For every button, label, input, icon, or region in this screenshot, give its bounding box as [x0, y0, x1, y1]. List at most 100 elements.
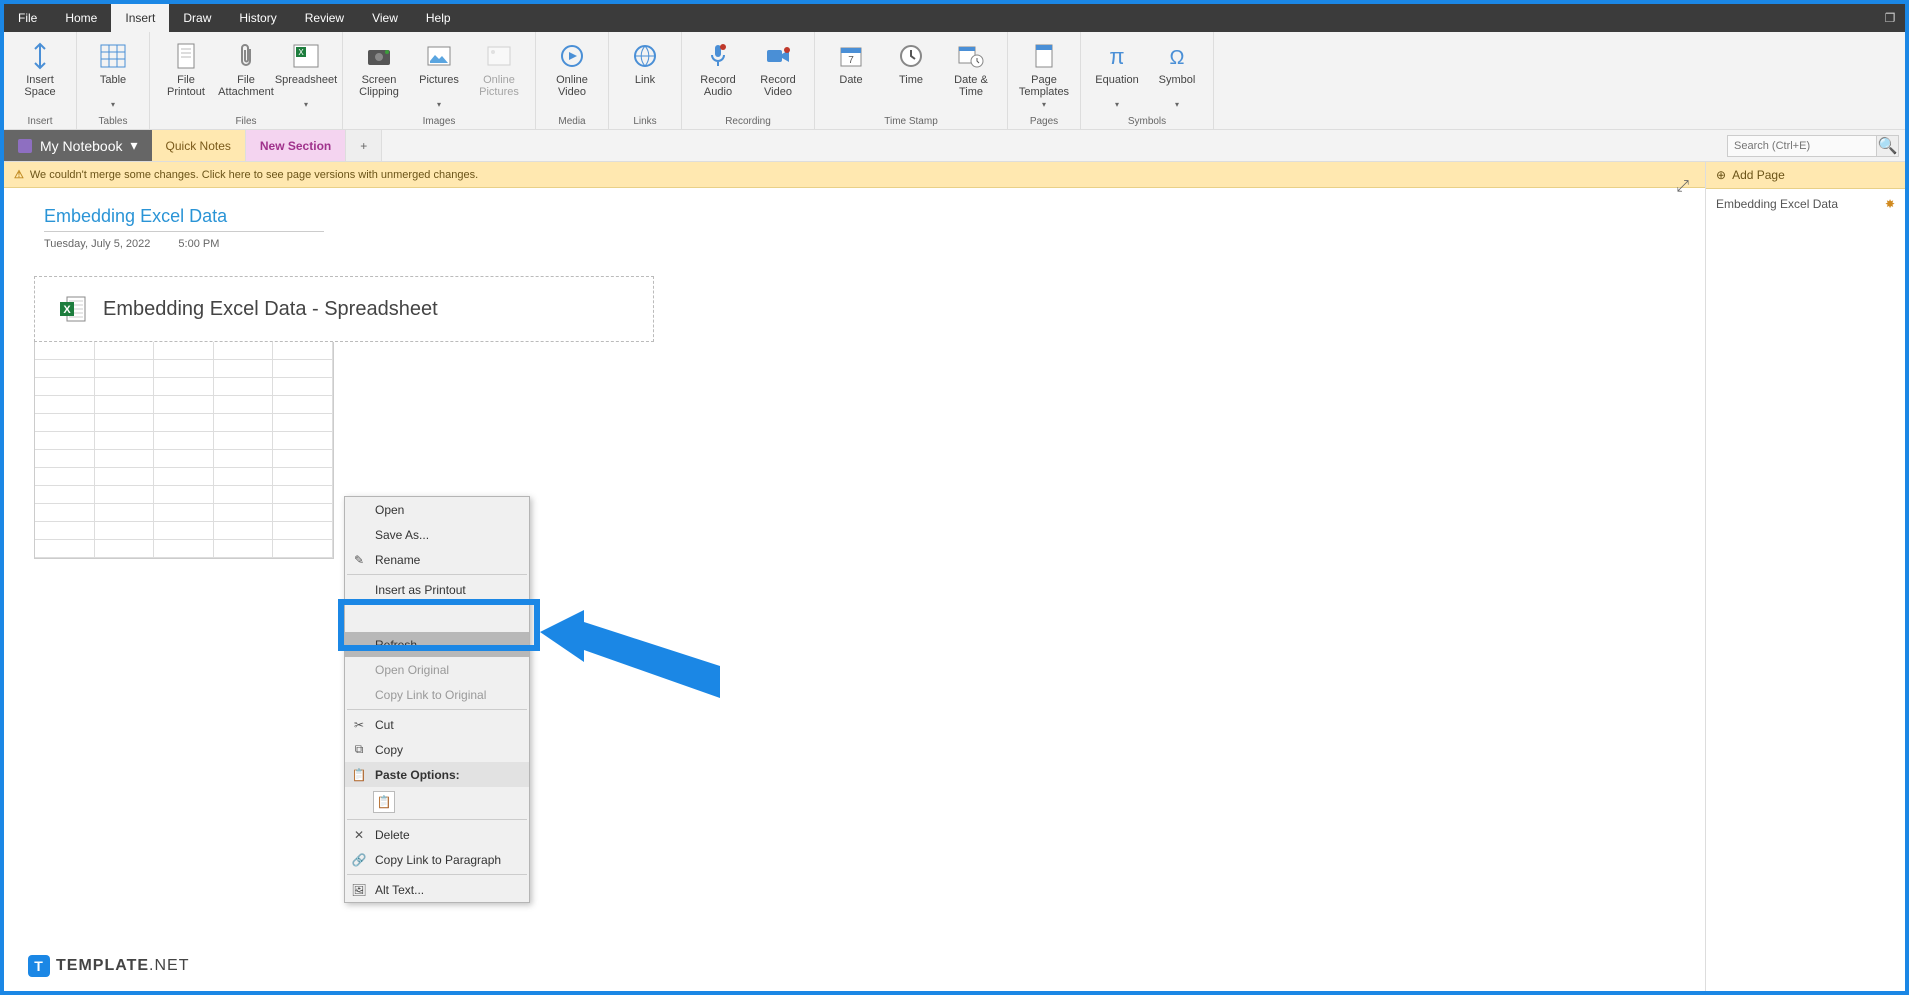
paperclip-icon	[230, 40, 262, 72]
svg-text:Ω: Ω	[1170, 47, 1185, 68]
chevron-down-icon: ▾	[1115, 100, 1119, 109]
plus-circle-icon: ⊕	[1716, 168, 1726, 182]
symbol-button[interactable]: ΩSymbol▾	[1149, 38, 1205, 111]
spreadsheet-icon: X	[290, 40, 322, 72]
chevron-down-icon: ▾	[130, 137, 137, 154]
page-templates-button[interactable]: Page Templates▾	[1016, 38, 1072, 111]
svg-text:π: π	[1109, 44, 1124, 68]
record-video-button[interactable]: Record Video	[750, 38, 806, 100]
scissors-icon: ✂	[351, 718, 367, 732]
videocam-icon	[762, 40, 794, 72]
pi-icon: π	[1101, 40, 1133, 72]
search-input[interactable]	[1727, 135, 1877, 157]
page-title[interactable]: Embedding Excel Data	[44, 206, 324, 232]
embedded-object[interactable]: X Embedding Excel Data - Spreadsheet	[34, 276, 654, 342]
excel-icon: X	[59, 295, 87, 323]
menu-review[interactable]: Review	[291, 4, 358, 32]
online-pictures-button[interactable]: Online Pictures	[471, 38, 527, 100]
ctx-paste-options: 📋Paste Options:	[345, 762, 529, 787]
page-list-item[interactable]: Embedding Excel Data ✸	[1706, 189, 1905, 219]
online-pictures-icon	[483, 40, 515, 72]
menu-draw[interactable]: Draw	[169, 4, 225, 32]
copy-icon: ⧉	[351, 742, 367, 757]
context-menu: Open Save As... ✎Rename Insert as Printo…	[344, 496, 530, 903]
template-logo-icon: T	[28, 955, 50, 977]
tab-add-section[interactable]: +	[346, 130, 382, 161]
chevron-down-icon: ▾	[111, 100, 115, 109]
page-canvas[interactable]: ⚠ We couldn't merge some changes. Click …	[4, 162, 1705, 991]
section-tabs: My Notebook ▾ Quick Notes New Section + …	[4, 130, 1905, 162]
microphone-icon	[702, 40, 734, 72]
clock-icon	[895, 40, 927, 72]
ctx-cut[interactable]: ✂Cut	[345, 712, 529, 737]
menu-view[interactable]: View	[358, 4, 412, 32]
ribbon: Insert Space Insert Table▾ Tables File P…	[4, 32, 1905, 130]
ctx-insert-printout[interactable]: Insert as Printout	[345, 577, 529, 602]
rename-icon: ✎	[351, 553, 367, 567]
table-icon	[97, 40, 129, 72]
chevron-down-icon: ▾	[437, 100, 441, 109]
warning-text: We couldn't merge some changes. Click he…	[30, 169, 478, 181]
spreadsheet-grid[interactable]	[34, 342, 334, 559]
record-audio-button[interactable]: Record Audio	[690, 38, 746, 100]
datetime-button[interactable]: Date & Time	[943, 38, 999, 100]
online-video-button[interactable]: Online Video	[544, 38, 600, 100]
notebook-selector[interactable]: My Notebook ▾	[4, 130, 152, 161]
search-icon[interactable]: 🔍	[1877, 135, 1899, 157]
watermark: T TEMPLATE.NET	[28, 955, 189, 977]
ctx-alt-text[interactable]: 🖼Alt Text...	[345, 877, 529, 902]
ctx-refresh[interactable]: Refresh	[345, 632, 529, 657]
menu-help[interactable]: Help	[412, 4, 465, 32]
star-icon: ✸	[1885, 197, 1895, 211]
menu-insert[interactable]: Insert	[111, 4, 169, 32]
window-restore-icon[interactable]: ❐	[1875, 4, 1905, 32]
table-button[interactable]: Table▾	[85, 38, 141, 111]
add-page-button[interactable]: ⊕ Add Page	[1706, 162, 1905, 189]
page-date: Tuesday, July 5, 2022	[44, 238, 150, 250]
calendar-icon: 7	[835, 40, 867, 72]
ctx-open[interactable]: Open	[345, 497, 529, 522]
ctx-rename[interactable]: ✎Rename	[345, 547, 529, 572]
clipboard-icon: 📋	[351, 768, 367, 782]
link-icon: 🔗	[351, 853, 367, 867]
fullscreen-icon[interactable]: ⤢	[1676, 178, 1689, 196]
ctx-open-original: Open Original	[345, 657, 529, 682]
ctx-copy-link-paragraph[interactable]: 🔗Copy Link to Paragraph	[345, 847, 529, 872]
delete-icon: ✕	[351, 828, 367, 842]
chevron-down-icon: ▾	[1042, 100, 1046, 109]
file-printout-button[interactable]: File Printout	[158, 38, 214, 100]
tab-new-section[interactable]: New Section	[246, 130, 346, 161]
link-globe-icon	[629, 40, 661, 72]
notebook-name: My Notebook	[40, 138, 122, 154]
menu-history[interactable]: History	[225, 4, 290, 32]
page-list-panel: ⊕ Add Page Embedding Excel Data ✸	[1705, 162, 1905, 991]
insert-space-button[interactable]: Insert Space	[12, 38, 68, 100]
page-time: 5:00 PM	[178, 238, 219, 250]
menu-home[interactable]: Home	[51, 4, 111, 32]
image-icon: 🖼	[351, 883, 367, 897]
ctx-paste-button-row: 📋	[345, 787, 529, 817]
embedded-object-title: Embedding Excel Data - Spreadsheet	[103, 298, 438, 321]
link-button[interactable]: Link	[617, 38, 673, 100]
screen-clipping-button[interactable]: Screen Clipping	[351, 38, 407, 100]
equation-button[interactable]: πEquation▾	[1089, 38, 1145, 111]
ctx-delete[interactable]: ✕Delete	[345, 822, 529, 847]
time-button[interactable]: Time	[883, 38, 939, 100]
chevron-down-icon: ▾	[1175, 100, 1179, 109]
omega-icon: Ω	[1161, 40, 1193, 72]
file-attachment-button[interactable]: File Attachment	[218, 38, 274, 100]
tab-quick-notes[interactable]: Quick Notes	[152, 130, 246, 161]
paste-option-button[interactable]: 📋	[373, 791, 395, 813]
date-button[interactable]: 7Date	[823, 38, 879, 100]
spreadsheet-button[interactable]: XSpreadsheet▾	[278, 38, 334, 111]
menu-file[interactable]: File	[4, 4, 51, 32]
calendar-clock-icon	[955, 40, 987, 72]
camera-icon	[363, 40, 395, 72]
svg-text:7: 7	[848, 55, 854, 66]
ctx-save-as[interactable]: Save As...	[345, 522, 529, 547]
ctx-copy[interactable]: ⧉Copy	[345, 737, 529, 762]
insert-space-icon	[24, 40, 56, 72]
merge-warning-bar[interactable]: ⚠ We couldn't merge some changes. Click …	[4, 162, 1705, 188]
pictures-button[interactable]: Pictures▾	[411, 38, 467, 111]
search-box[interactable]: 🔍	[1721, 130, 1905, 161]
